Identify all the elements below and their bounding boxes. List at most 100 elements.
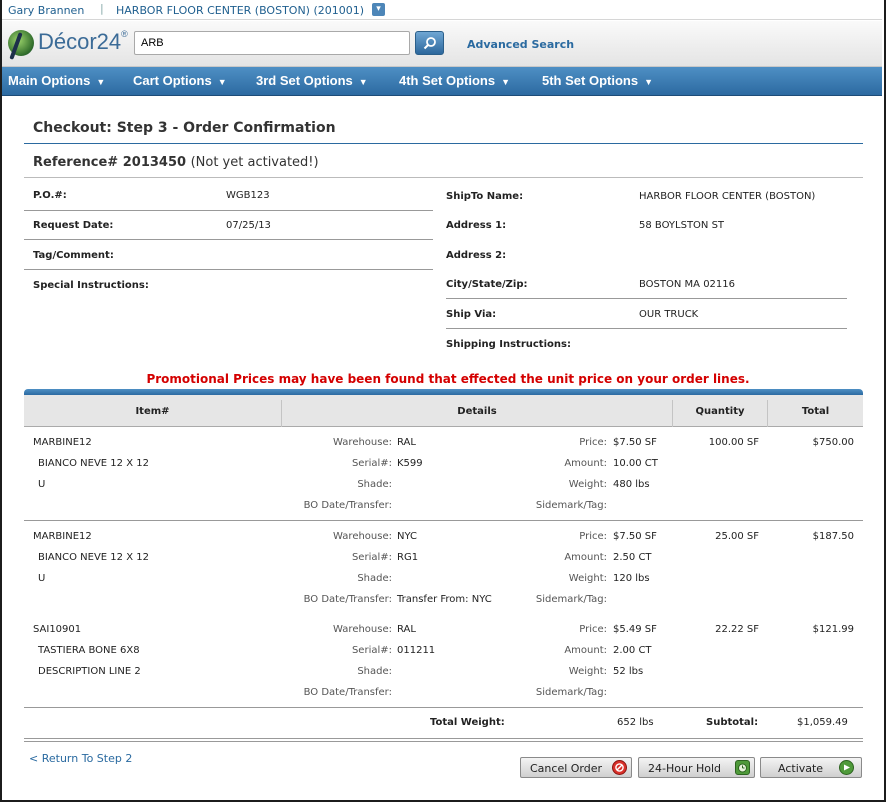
price-label: Price: bbox=[579, 437, 607, 448]
search-input[interactable] bbox=[134, 31, 410, 55]
divider bbox=[24, 210, 433, 211]
activate-button[interactable]: Activate bbox=[760, 757, 862, 778]
weight-label: Weight: bbox=[568, 666, 607, 677]
item-description: BIANCO NEVE 12 X 12 bbox=[38, 552, 149, 563]
reference-status: (Not yet activated!) bbox=[190, 155, 319, 170]
warehouse-value: NYC bbox=[397, 531, 418, 542]
total-value: $121.99 bbox=[812, 624, 854, 635]
main-nav: Main Options ▼ Cart Options ▼ 3rd Set Opti… bbox=[2, 67, 882, 96]
item-description-2: DESCRIPTION LINE 2 bbox=[38, 666, 141, 677]
divider bbox=[446, 328, 847, 329]
amount-value: 2.00 CT bbox=[613, 645, 652, 656]
shade-label: Shade: bbox=[357, 479, 392, 490]
totals-divider bbox=[24, 738, 863, 742]
arrow-right-icon bbox=[839, 760, 854, 775]
price-label: Price: bbox=[579, 531, 607, 542]
caret-down-icon: ▼ bbox=[358, 77, 368, 87]
total-value: $750.00 bbox=[812, 437, 854, 448]
logo[interactable]: Décor24® bbox=[38, 29, 128, 55]
logo-globe-icon bbox=[8, 30, 34, 56]
col-header-quantity: Quantity bbox=[695, 406, 745, 417]
nav-cart-options[interactable]: Cart Options ▼ bbox=[133, 73, 227, 88]
nav-3rd-set-options[interactable]: 3rd Set Options ▼ bbox=[256, 73, 368, 88]
divider bbox=[446, 298, 847, 299]
item-number: MARBINE12 bbox=[33, 437, 92, 448]
bo-date-value: Transfer From: NYC bbox=[397, 594, 492, 605]
weight-value: 52 lbs bbox=[613, 666, 644, 677]
total-weight-label: Total Weight: bbox=[430, 717, 505, 728]
cancel-order-button[interactable]: Cancel Order bbox=[520, 757, 632, 778]
amount-label: Amount: bbox=[564, 458, 607, 469]
row-divider bbox=[24, 707, 863, 708]
warehouse-label: Warehouse: bbox=[333, 624, 392, 635]
caret-down-icon: ▼ bbox=[644, 77, 653, 87]
weight-value: 120 lbs bbox=[613, 573, 650, 584]
request-date-value: 07/25/13 bbox=[226, 220, 271, 231]
reference-number: Reference# 2013450 (Not yet activated!) bbox=[33, 155, 319, 170]
divider bbox=[24, 143, 863, 144]
amount-label: Amount: bbox=[564, 645, 607, 656]
sidemark-label: Sidemark/Tag: bbox=[535, 500, 607, 511]
sidemark-label: Sidemark/Tag: bbox=[535, 687, 607, 698]
divider bbox=[24, 177, 863, 178]
weight-label: Weight: bbox=[568, 573, 607, 584]
24-hour-hold-button[interactable]: 24-Hour Hold bbox=[638, 757, 755, 778]
activate-label: Activate bbox=[778, 762, 824, 775]
nav-main-options[interactable]: Main Options ▼ bbox=[8, 73, 105, 88]
serial-value: 011211 bbox=[397, 645, 436, 656]
advanced-search-link[interactable]: Advanced Search bbox=[467, 38, 574, 51]
nav-4th-set-options[interactable]: 4th Set Options ▼ bbox=[399, 73, 510, 88]
bo-date-label: BO Date/Transfer: bbox=[303, 594, 392, 605]
table-header: Item# Details Quantity Total bbox=[24, 395, 863, 427]
promo-message: Promotional Prices may have been found t… bbox=[146, 372, 750, 386]
total-weight-value: 652 lbs bbox=[617, 717, 654, 728]
address1-label: Address 1: bbox=[446, 220, 507, 231]
special-instructions-label: Special Instructions: bbox=[33, 280, 149, 291]
shade-label: Shade: bbox=[357, 666, 392, 677]
serial-value: K599 bbox=[397, 458, 423, 469]
alarm-clock-icon bbox=[735, 760, 750, 775]
page-title: Checkout: Step 3 - Order Confirmation bbox=[33, 120, 336, 136]
caret-down-icon: ▼ bbox=[96, 77, 106, 87]
caret-down-icon: ▼ bbox=[217, 77, 227, 87]
amount-label: Amount: bbox=[564, 552, 607, 563]
po-value: WGB123 bbox=[226, 190, 270, 201]
row-divider bbox=[24, 520, 863, 521]
item-description-2: U bbox=[38, 573, 46, 584]
serial-label: Serial#: bbox=[351, 552, 392, 563]
return-to-step-2-link[interactable]: < Return To Step 2 bbox=[29, 752, 132, 765]
ship-via-value: OUR TRUCK bbox=[639, 309, 699, 320]
item-description: TASTIERA BONE 6X8 bbox=[38, 645, 140, 656]
user-name-link[interactable]: Gary Brannen bbox=[8, 4, 84, 17]
total-value: $187.50 bbox=[812, 531, 854, 542]
store-dropdown-icon[interactable]: ▾ bbox=[372, 3, 385, 16]
hold-label: 24-Hour Hold bbox=[648, 762, 721, 775]
price-value: $7.50 SF bbox=[613, 437, 657, 448]
shipto-label: ShipTo Name: bbox=[446, 191, 524, 202]
nav-5th-set-options[interactable]: 5th Set Options ▼ bbox=[542, 73, 653, 88]
warehouse-value: RAL bbox=[397, 437, 416, 448]
price-value: $5.49 SF bbox=[613, 624, 657, 635]
quantity-value: 22.22 SF bbox=[715, 624, 759, 635]
sidemark-label: Sidemark/Tag: bbox=[535, 594, 607, 605]
price-value: $7.50 SF bbox=[613, 531, 657, 542]
amount-value: 10.00 CT bbox=[613, 458, 658, 469]
divider bbox=[24, 239, 433, 240]
warehouse-label: Warehouse: bbox=[333, 437, 392, 448]
shade-label: Shade: bbox=[357, 573, 392, 584]
warehouse-value: RAL bbox=[397, 624, 416, 635]
user-bar: Gary Brannen | HARBOR FLOOR CENTER (BOST… bbox=[2, 0, 882, 20]
col-header-total: Total bbox=[801, 406, 830, 417]
search-button[interactable] bbox=[415, 31, 444, 55]
shipto-value: HARBOR FLOOR CENTER (BOSTON) bbox=[639, 191, 816, 202]
ship-via-label: Ship Via: bbox=[446, 309, 497, 320]
address1-value: 58 BOYLSTON ST bbox=[639, 220, 725, 231]
store-link[interactable]: HARBOR FLOOR CENTER (BOSTON) (201001) bbox=[116, 4, 364, 17]
quantity-value: 100.00 SF bbox=[708, 437, 759, 448]
item-description: BIANCO NEVE 12 X 12 bbox=[38, 458, 149, 469]
quantity-value: 25.00 SF bbox=[715, 531, 759, 542]
item-number: SAI10901 bbox=[33, 624, 82, 635]
city-state-zip-value: BOSTON MA 02116 bbox=[639, 279, 736, 290]
po-label: P.O.#: bbox=[33, 190, 67, 201]
subtotal-label: Subtotal: bbox=[706, 717, 759, 728]
